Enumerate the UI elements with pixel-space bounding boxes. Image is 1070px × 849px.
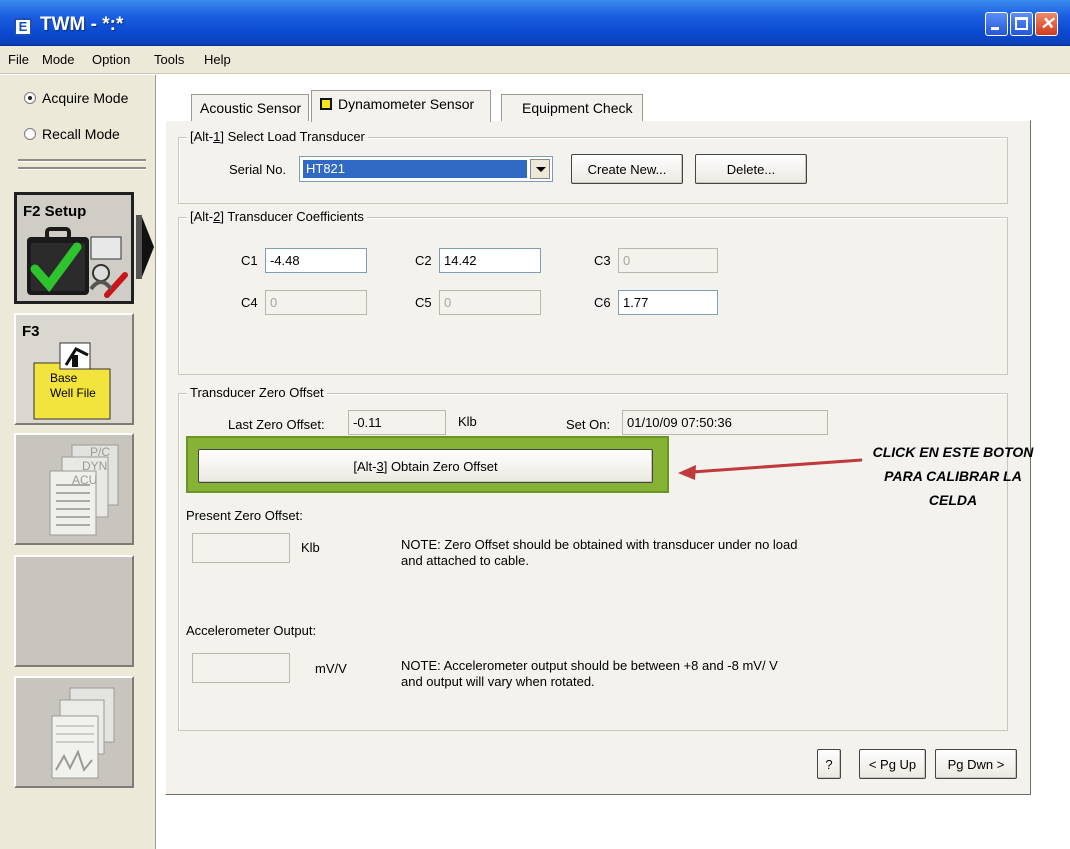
create-new-button[interactable]: Create New...	[571, 154, 683, 184]
accelerometer-note: NOTE: Accelerometer output should be bet…	[401, 658, 778, 689]
app-icon: E	[14, 18, 32, 36]
c5-field: 0	[439, 290, 541, 315]
tab-dynamometer-sensor-label: Dynamometer Sensor	[338, 96, 475, 112]
accelerometer-output-unit: mV/V	[315, 661, 347, 676]
title-bar[interactable]: E TWM - *:* ✕	[0, 0, 1070, 46]
zero-offset-legend: Transducer Zero Offset	[187, 385, 327, 400]
tab-acoustic-sensor[interactable]: Acoustic Sensor	[191, 94, 309, 121]
f2-setup-label: F2 Setup	[23, 203, 87, 220]
pc-dyn-acu-button[interactable]: P/C DYN ACU	[14, 433, 134, 545]
data-report-button[interactable]	[14, 676, 134, 788]
serial-no-value: HT821	[303, 160, 527, 178]
present-zero-offset-label: Present Zero Offset:	[186, 508, 303, 523]
nav-arrow-icon	[136, 215, 154, 279]
radio-checked-icon	[24, 92, 36, 104]
c1-field[interactable]: -4.48	[265, 248, 367, 273]
dynamometer-status-icon	[320, 98, 332, 110]
radio-unchecked-icon	[24, 128, 36, 140]
menu-option[interactable]: Option	[92, 52, 130, 67]
menu-mode[interactable]: Mode	[42, 52, 75, 67]
maximize-icon[interactable]	[1010, 12, 1033, 36]
annotation-arrow-icon	[678, 458, 863, 480]
chevron-down-icon[interactable]	[530, 159, 550, 179]
help-label: ?	[825, 757, 833, 772]
present-zero-offset-unit: Klb	[301, 540, 320, 555]
empty-nav-button	[14, 555, 134, 667]
create-new-label: Create New...	[587, 162, 667, 177]
menu-file[interactable]: File	[8, 52, 29, 67]
last-zero-offset-label: Last Zero Offset:	[228, 417, 325, 432]
page-down-label: Pg Dwn >	[947, 757, 1005, 772]
delete-button[interactable]: Delete...	[695, 154, 807, 184]
f3-label: F3	[22, 323, 40, 340]
minimize-icon[interactable]	[985, 12, 1008, 36]
page-up-label: < Pg Up	[868, 757, 917, 772]
f2-setup-button[interactable]: F2 Setup	[14, 192, 134, 304]
c6-label: C6	[594, 295, 611, 310]
c2-label: C2	[415, 253, 432, 268]
accelerometer-output-label: Accelerometer Output:	[186, 623, 317, 638]
obtain-zero-offset-button[interactable]: [Alt-3] Obtain Zero Offset	[198, 449, 653, 483]
c4-label: C4	[241, 295, 258, 310]
separator	[18, 167, 146, 170]
c2-field[interactable]: 14.42	[439, 248, 541, 273]
last-zero-offset-value: -0.11	[348, 410, 446, 435]
menu-help[interactable]: Help	[204, 52, 231, 67]
annotation-callout: CLICK EN ESTE BOTON PARA CALIBRAR LA CEL…	[872, 444, 1034, 508]
separator	[18, 159, 146, 162]
load-transducer-legend: [Alt-1] Select Load Transducer	[187, 129, 368, 144]
help-button[interactable]: ?	[817, 749, 841, 779]
c1-label: C1	[241, 253, 258, 268]
page-down-button[interactable]: Pg Dwn >	[935, 749, 1017, 779]
menu-tools[interactable]: Tools	[154, 52, 184, 67]
last-zero-offset-unit: Klb	[458, 414, 477, 429]
accelerometer-output-field	[192, 653, 290, 683]
tab-equipment-check-label: Equipment Check	[522, 100, 633, 116]
c4-field: 0	[265, 290, 367, 315]
zero-offset-note: NOTE: Zero Offset should be obtained wit…	[401, 537, 798, 568]
present-zero-offset-field	[192, 533, 290, 563]
f3-base-well-file-button[interactable]: F3 Base Well File	[14, 313, 134, 425]
dyn-tag: DYN	[82, 459, 108, 473]
set-on-value: 01/10/09 07:50:36	[622, 410, 828, 435]
close-icon[interactable]: ✕	[1035, 12, 1058, 36]
page-up-button[interactable]: < Pg Up	[859, 749, 926, 779]
left-panel: Acquire Mode Recall Mode F2 Setup F3 Bas…	[0, 75, 156, 849]
set-on-label: Set On:	[566, 417, 611, 432]
tab-equipment-check[interactable]: Equipment Check	[501, 94, 643, 121]
menu-bar: File Mode Option Tools Help	[0, 46, 1070, 74]
recall-mode-label: Recall Mode	[42, 126, 120, 142]
obtain-zero-offset-label: [Alt-3] Obtain Zero Offset	[353, 459, 498, 474]
window-title: TWM - *:*	[40, 14, 124, 35]
pc-tag: P/C	[90, 445, 111, 459]
serial-no-select[interactable]: HT821	[299, 156, 553, 182]
delete-label: Delete...	[726, 162, 776, 177]
recall-mode-radio[interactable]: Recall Mode	[24, 126, 120, 142]
c3-field: 0	[618, 248, 718, 273]
acquire-mode-label: Acquire Mode	[42, 90, 129, 106]
coefficients-legend: [Alt-2] Transducer Coefficients	[187, 209, 367, 224]
tab-dynamometer-sensor[interactable]: Dynamometer Sensor	[311, 90, 491, 122]
c6-field[interactable]: 1.77	[618, 290, 718, 315]
tab-acoustic-sensor-label: Acoustic Sensor	[200, 100, 302, 116]
c3-label: C3	[594, 253, 611, 268]
base-well-file-label: Base Well File	[50, 371, 96, 400]
acquire-mode-radio[interactable]: Acquire Mode	[24, 90, 128, 106]
setup-toolkit-icon	[27, 227, 128, 298]
data-chart-icon	[51, 687, 115, 779]
reports-stack-icon	[49, 444, 119, 536]
c5-label: C5	[415, 295, 432, 310]
serial-no-label: Serial No.	[229, 162, 287, 177]
acu-tag: ACU	[72, 473, 98, 487]
